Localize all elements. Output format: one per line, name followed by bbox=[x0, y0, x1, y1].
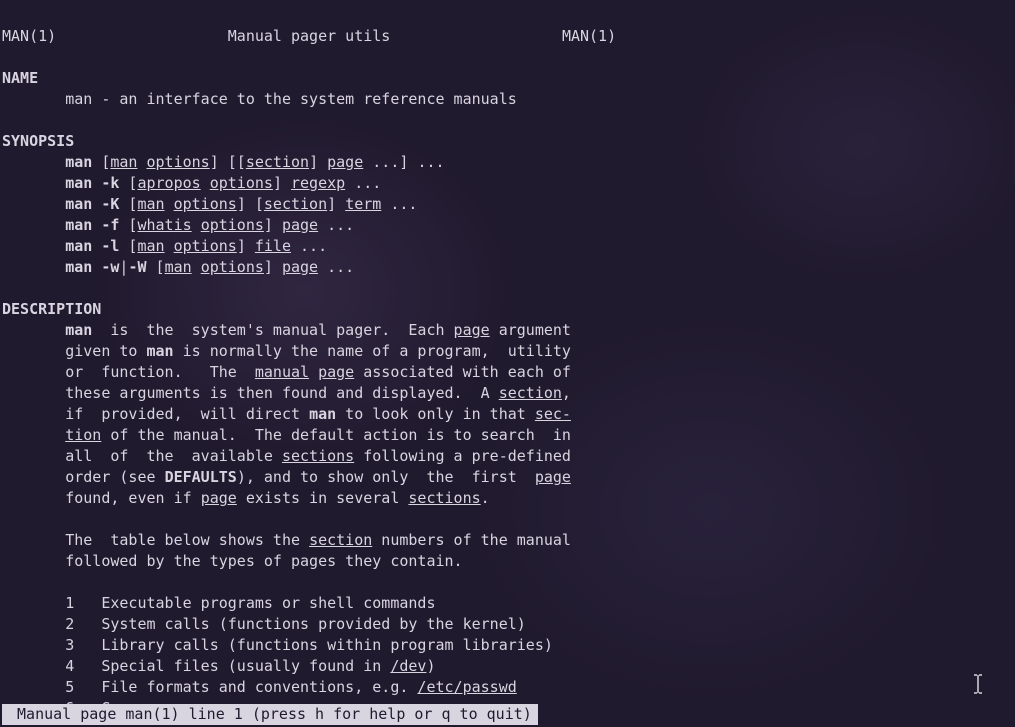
syn-man: man bbox=[65, 153, 92, 171]
desc-page-u3: page bbox=[535, 468, 571, 486]
syn-section-u: section bbox=[246, 153, 309, 171]
syn-section-u2: section bbox=[264, 195, 327, 213]
desc-section-u1: section bbox=[499, 384, 562, 402]
table-row: 2 System calls (functions provided by th… bbox=[65, 615, 526, 633]
header-line: MAN(1) Manual pager utils MAN(1) bbox=[2, 27, 616, 45]
desc-man-b2: man bbox=[147, 342, 174, 360]
syn-apropos-u: apropos bbox=[137, 174, 200, 192]
desc-sections-u1: sections bbox=[282, 447, 354, 465]
syn-man-k: man -k bbox=[65, 174, 119, 192]
desc-tion-u: tion bbox=[65, 426, 101, 444]
syn-opts-u: options bbox=[147, 153, 210, 171]
syn-man-w: man -w bbox=[65, 258, 119, 276]
desc-section-u2: section bbox=[309, 531, 372, 549]
desc-sec-hy: sec- bbox=[535, 405, 571, 423]
syn-page-u3: page bbox=[282, 258, 318, 276]
syn-page-u: page bbox=[327, 153, 363, 171]
syn-term-u: term bbox=[345, 195, 381, 213]
syn-regexp-u: regexp bbox=[291, 174, 345, 192]
table-row: 1 Executable programs or shell commands bbox=[65, 594, 435, 612]
desc-page-u2: page bbox=[318, 363, 354, 381]
syn-file-u: file bbox=[255, 237, 291, 255]
manpage-content[interactable]: MAN(1) Manual pager utils MAN(1) NAME ma… bbox=[0, 0, 1015, 719]
syn-man-u4: man bbox=[165, 258, 192, 276]
table-row: 5 File formats and conventions, e.g. /et… bbox=[65, 678, 517, 696]
syn-man-K: man -K bbox=[65, 195, 119, 213]
path-passwd: /etc/passwd bbox=[417, 678, 516, 696]
section-description-header: DESCRIPTION bbox=[2, 300, 101, 318]
syn-man-W: -W bbox=[128, 258, 146, 276]
desc-defaults-b: DEFAULTS bbox=[165, 468, 237, 486]
desc-man-b3: man bbox=[309, 405, 336, 423]
syn-man-u3: man bbox=[137, 237, 164, 255]
syn-opts-u5: options bbox=[174, 237, 237, 255]
terminal-window: MAN(1) Manual pager utils MAN(1) NAME ma… bbox=[0, 0, 1015, 727]
syn-man-f: man -f bbox=[65, 216, 119, 234]
name-line: man - an interface to the system referen… bbox=[65, 90, 517, 108]
syn-opts-u6: options bbox=[201, 258, 264, 276]
table-row: 3 Library calls (functions within progra… bbox=[65, 636, 553, 654]
section-name-header: NAME bbox=[2, 69, 38, 87]
desc-manual-u: manual bbox=[255, 363, 309, 381]
desc-page-u4: page bbox=[201, 489, 237, 507]
table-row: 4 Special files (usually found in /dev) bbox=[65, 657, 435, 675]
syn-opts-u2: options bbox=[210, 174, 273, 192]
section-synopsis-header: SYNOPSIS bbox=[2, 132, 74, 150]
pager-status-bar[interactable]: Manual page man(1) line 1 (press h for h… bbox=[2, 704, 538, 725]
desc-page-u1: page bbox=[454, 321, 490, 339]
syn-man-l: man -l bbox=[65, 237, 119, 255]
text-cursor-icon bbox=[971, 674, 985, 699]
desc-sections-u2: sections bbox=[408, 489, 480, 507]
path-dev: /dev bbox=[390, 657, 426, 675]
syn-opts-u3: options bbox=[174, 195, 237, 213]
syn-opts-u4: options bbox=[201, 216, 264, 234]
desc-man-b1: man bbox=[65, 321, 92, 339]
syn-man-u2: man bbox=[137, 195, 164, 213]
syn-whatis-u: whatis bbox=[137, 216, 191, 234]
syn-man-u: man bbox=[110, 153, 137, 171]
syn-page-u2: page bbox=[282, 216, 318, 234]
